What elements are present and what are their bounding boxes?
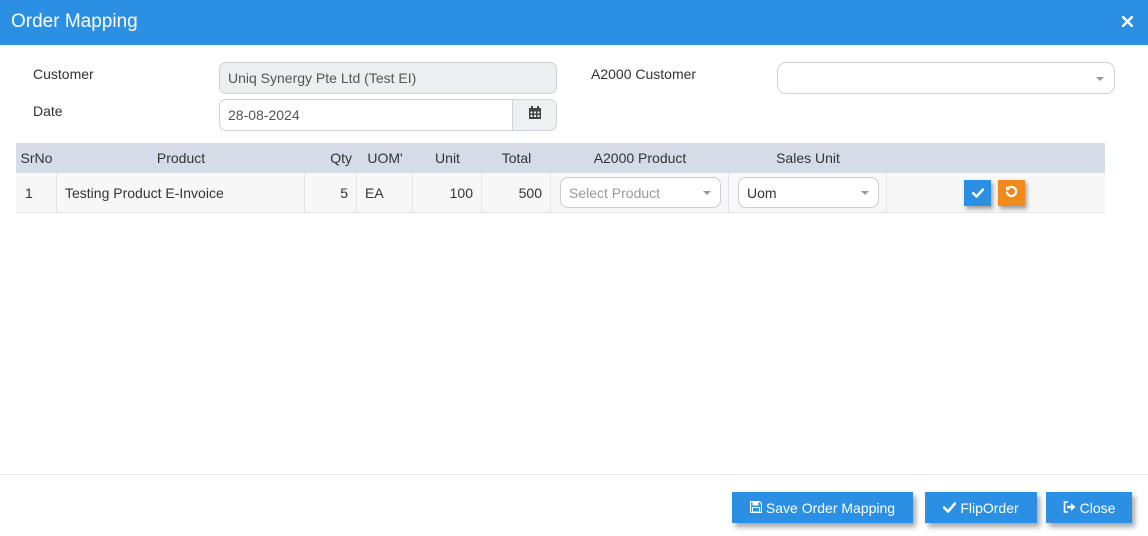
chevron-down-icon [861,191,869,195]
cell-uom: EA [357,173,413,212]
customer-label: Customer [33,66,94,82]
header-sales-unit: Sales Unit [776,150,840,166]
sales-unit-select[interactable]: Uom [738,177,879,208]
calendar-icon [528,105,542,125]
sign-out-icon [1063,500,1076,516]
table-row: 1 Testing Product E-Invoice 5 EA 100 500… [16,173,1105,213]
close-label: Close [1079,499,1116,516]
save-order-mapping-label: Save Order Mapping [765,499,896,516]
grid-header: SrNo Product Qty UOM' Unit Total A2000 P… [16,143,1105,173]
date-value: 28-08-2024 [228,107,300,123]
customer-field: Uniq Synergy Pte Ltd (Test EI) [219,62,557,94]
reset-button[interactable] [998,180,1025,206]
close-button[interactable]: Close [1046,492,1132,523]
header-total: Total [501,150,532,166]
cell-total: 500 [482,173,551,212]
cell-srno: 1 [16,173,57,212]
confirm-button[interactable] [964,180,991,206]
chevron-down-icon [703,191,711,195]
dialog-title: Order Mapping [11,11,138,32]
a2000-product-placeholder: Select Product [569,184,661,201]
a2000-customer-label: A2000 Customer [591,66,697,82]
header-actions [887,143,1105,173]
header-a2000-product: A2000 Product [593,150,687,166]
header-unit: Unit [435,150,460,166]
cell-qty: 5 [305,173,357,212]
sales-unit-value: Uom [747,184,777,201]
close-icon[interactable] [1120,10,1134,32]
header-qty: Qty [330,150,352,166]
check-icon [943,500,957,516]
check-icon [971,185,984,201]
date-input[interactable]: 28-08-2024 [219,99,513,131]
footer-divider [0,474,1148,475]
cell-sales-unit: Uom [729,173,887,212]
a2000-customer-select[interactable] [777,62,1115,94]
save-order-mapping-button[interactable]: Save Order Mapping [732,492,913,523]
cell-unit: 100 [413,173,482,212]
header-srno: SrNo [20,150,53,166]
cell-actions [887,173,1105,212]
customer-value: Uniq Synergy Pte Ltd (Test EI) [228,70,417,86]
flip-order-label: FlipOrder [960,499,1019,516]
flip-order-button[interactable]: FlipOrder [925,492,1037,523]
header-uom: UOM' [367,150,403,166]
date-picker-button[interactable] [513,99,557,131]
chevron-down-icon [1096,77,1104,81]
save-icon [749,500,763,516]
date-label: Date [33,103,63,119]
cell-a2000-product: Select Product [551,173,729,212]
a2000-product-select[interactable]: Select Product [560,177,721,208]
undo-icon [1005,185,1018,201]
dialog-titlebar: Order Mapping [0,0,1148,45]
header-product: Product [156,150,206,166]
cell-product: Testing Product E-Invoice [57,173,305,212]
